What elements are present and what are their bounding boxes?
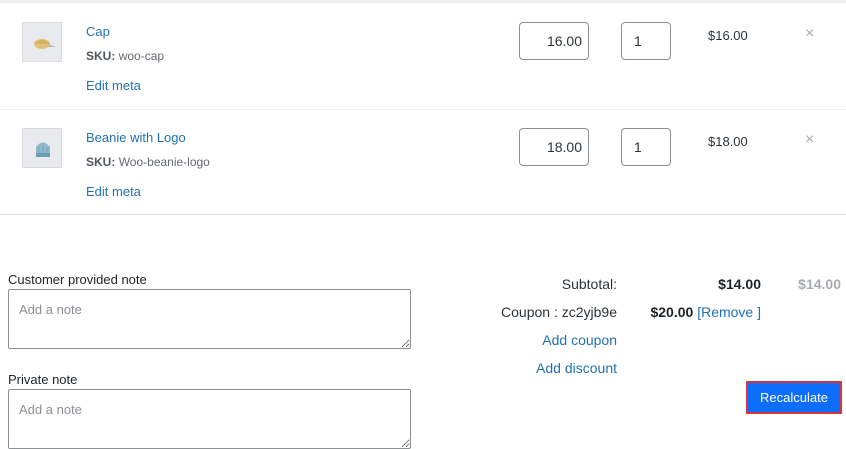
customer-note-field[interactable] [8, 289, 411, 349]
add-coupon-link[interactable]: Add coupon [542, 332, 617, 348]
line-total: $18.00 [708, 134, 748, 149]
subtotal-original-value: $14.00 [798, 276, 841, 292]
sku-label: SKU: [86, 49, 116, 63]
customer-note-label: Customer provided note [8, 272, 147, 287]
quantity-input[interactable] [621, 128, 671, 166]
price-input[interactable] [519, 22, 589, 60]
quantity-input[interactable] [621, 22, 671, 60]
coupon-label: Coupon : zc2yjb9e [501, 304, 617, 320]
line-total: $16.00 [708, 28, 748, 43]
private-note-field[interactable] [8, 389, 411, 449]
subtotal-value: $14.00 [718, 276, 761, 292]
remove-coupon-link[interactable]: [Remove ] [697, 304, 761, 320]
product-thumbnail [22, 22, 62, 62]
line-item-row: Cap SKU: woo-cap Edit meta $16.00 × [0, 3, 846, 109]
sku-value: woo-cap [118, 49, 165, 63]
recalculate-button[interactable]: Recalculate [746, 381, 842, 414]
sku-value: Woo-beanie-logo [118, 155, 210, 169]
recalculate-label: Recalculate [749, 384, 839, 411]
remove-item-icon[interactable]: × [805, 26, 814, 42]
edit-meta-link[interactable]: Edit meta [86, 78, 141, 93]
private-note-label: Private note [8, 372, 78, 387]
remove-item-icon[interactable]: × [805, 132, 814, 148]
beanie-icon [36, 142, 50, 157]
product-sku: SKU: woo-cap [86, 49, 164, 63]
subtotal-label: Subtotal: [561, 276, 617, 292]
edit-meta-link[interactable]: Edit meta [86, 184, 141, 199]
items-divider [0, 214, 846, 215]
price-input[interactable] [519, 128, 589, 166]
coupon-value: $20.00 [650, 304, 694, 320]
product-name-link[interactable]: Beanie with Logo [86, 130, 186, 145]
sku-label: SKU: [86, 155, 116, 169]
line-item-row: Beanie with Logo SKU: Woo-beanie-logo Ed… [0, 109, 846, 216]
coupon-amount: $20.00 [Remove ] [650, 304, 761, 320]
cap-icon [34, 39, 56, 49]
product-name-link[interactable]: Cap [86, 24, 110, 39]
product-sku: SKU: Woo-beanie-logo [86, 155, 210, 169]
add-discount-link[interactable]: Add discount [536, 360, 617, 376]
product-thumbnail [22, 128, 62, 168]
